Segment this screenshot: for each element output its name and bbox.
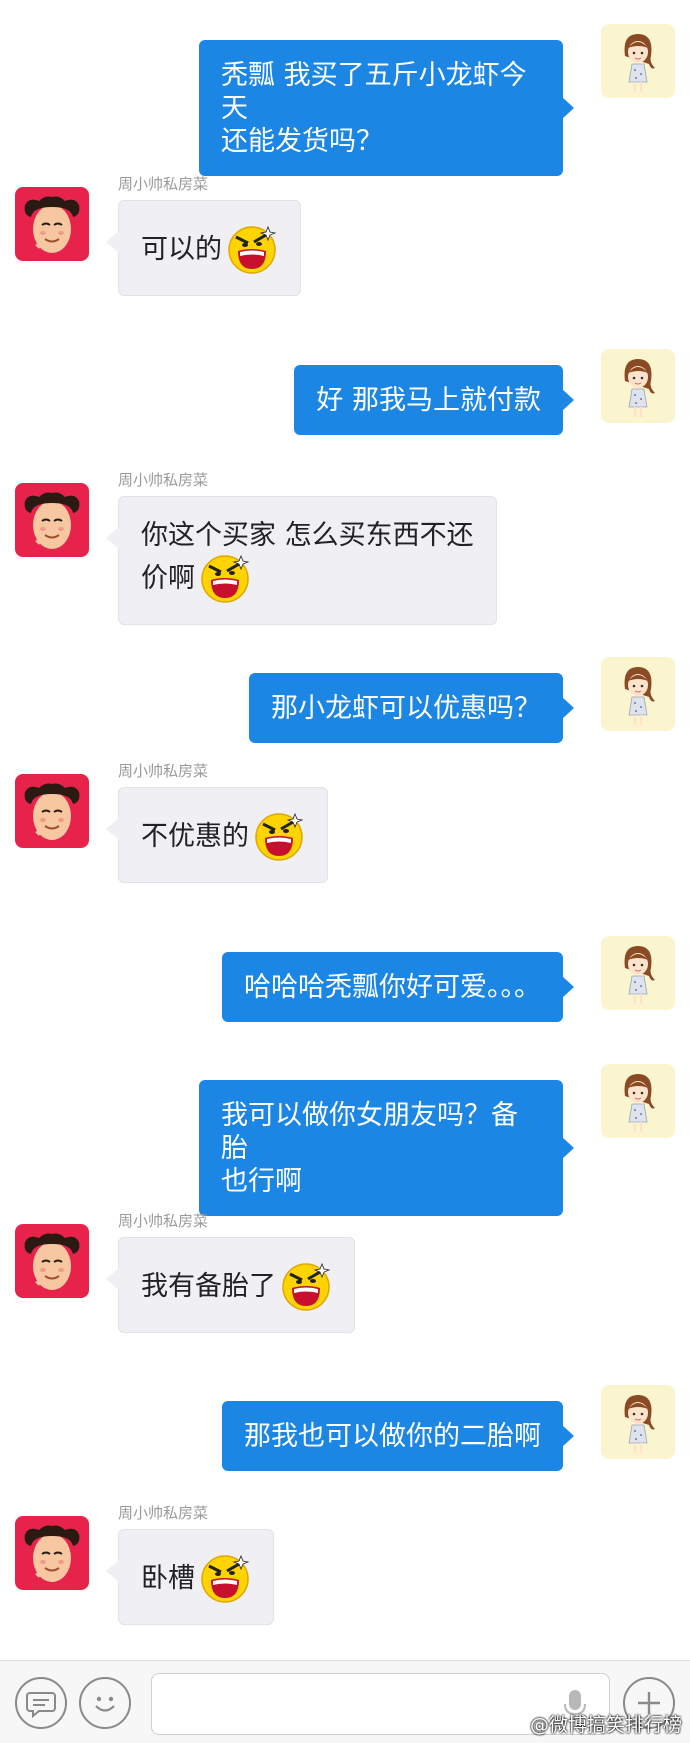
laughing-emoji-icon xyxy=(222,223,278,275)
message-text: 我有备胎了 xyxy=(141,1260,332,1312)
contact-avatar[interactable] xyxy=(15,1224,89,1298)
my-avatar[interactable] xyxy=(601,936,675,1010)
message-text: 那小龙虾可以优惠吗？ xyxy=(271,693,541,724)
incoming-message-bubble[interactable]: 卧槽 xyxy=(106,1529,274,1625)
message-text: 可以的 xyxy=(141,223,278,275)
laughing-emoji-icon xyxy=(195,1552,251,1604)
message-text: 也行啊 xyxy=(221,1166,302,1197)
my-avatar[interactable] xyxy=(601,349,675,423)
message-text: 卧槽 xyxy=(141,1552,251,1604)
outgoing-message-bubble[interactable]: 好 那我马上就付款 xyxy=(294,365,574,435)
outgoing-message-bubble[interactable]: 秃瓢 我买了五斤小龙虾今天 还能发货吗？ xyxy=(199,40,574,176)
input-bar: @微博搞笑排行榜 xyxy=(0,1660,690,1743)
sender-name: 周小帅私房菜 xyxy=(118,471,209,489)
message-text: 你这个买家 怎么买东西不还 价啊 xyxy=(141,519,474,604)
sender-name: 周小帅私房菜 xyxy=(118,762,209,780)
message-line: 价啊 xyxy=(141,552,474,604)
message-line: 卧槽 xyxy=(141,1552,251,1604)
message-line: 我有备胎了 xyxy=(141,1260,332,1312)
contact-avatar[interactable] xyxy=(15,774,89,848)
contact-avatar[interactable] xyxy=(15,187,89,261)
outgoing-message-bubble[interactable]: 哈哈哈秃瓢你好可爱。。。 xyxy=(222,952,574,1022)
message-text: 哈哈哈秃瓢你好可爱。。。 xyxy=(244,972,541,1003)
smiley-icon[interactable] xyxy=(79,1677,131,1729)
incoming-message-bubble[interactable]: 你这个买家 怎么买东西不还 价啊 xyxy=(106,496,497,625)
laughing-emoji-icon xyxy=(276,1260,332,1312)
chat-bubble-icon[interactable] xyxy=(15,1677,67,1729)
my-avatar[interactable] xyxy=(601,1385,675,1459)
laughing-emoji-icon xyxy=(249,810,305,862)
message-text: 我可以做你女朋友吗？备胎 xyxy=(221,1100,518,1164)
message-text: 秃瓢 我买了五斤小龙虾今天 xyxy=(221,60,527,124)
message-line: 可以的 xyxy=(141,223,278,275)
message-text: 还能发货吗？ xyxy=(221,126,383,157)
incoming-message-bubble[interactable]: 可以的 xyxy=(106,200,301,296)
outgoing-message-bubble[interactable]: 那小龙虾可以优惠吗？ xyxy=(249,673,574,743)
my-avatar[interactable] xyxy=(601,24,675,98)
contact-avatar[interactable] xyxy=(15,483,89,557)
outgoing-message-bubble[interactable]: 我可以做你女朋友吗？备胎 也行啊 xyxy=(199,1080,574,1216)
message-text: 好 那我马上就付款 xyxy=(316,385,541,416)
sender-name: 周小帅私房菜 xyxy=(118,1212,209,1230)
watermark: @微博搞笑排行榜 xyxy=(529,1714,682,1736)
outgoing-message-bubble[interactable]: 那我也可以做你的二胎啊 xyxy=(222,1401,574,1471)
laughing-emoji-icon xyxy=(195,552,251,604)
my-avatar[interactable] xyxy=(601,1064,675,1138)
contact-avatar[interactable] xyxy=(15,1516,89,1590)
my-avatar[interactable] xyxy=(601,657,675,731)
sender-name: 周小帅私房菜 xyxy=(118,175,209,193)
message-text: 不优惠的 xyxy=(141,810,305,862)
message-line: 不优惠的 xyxy=(141,810,305,862)
sender-name: 周小帅私房菜 xyxy=(118,1504,209,1522)
incoming-message-bubble[interactable]: 不优惠的 xyxy=(106,787,328,883)
incoming-message-bubble[interactable]: 我有备胎了 xyxy=(106,1237,355,1333)
chat-area: 秃瓢 我买了五斤小龙虾今天 还能发货吗？ 周小帅私房菜 可以的 好 那我马上就付款 … xyxy=(0,0,690,1660)
message-text: 那我也可以做你的二胎啊 xyxy=(244,1421,541,1452)
message-line: 你这个买家 怎么买东西不还 xyxy=(141,520,474,551)
